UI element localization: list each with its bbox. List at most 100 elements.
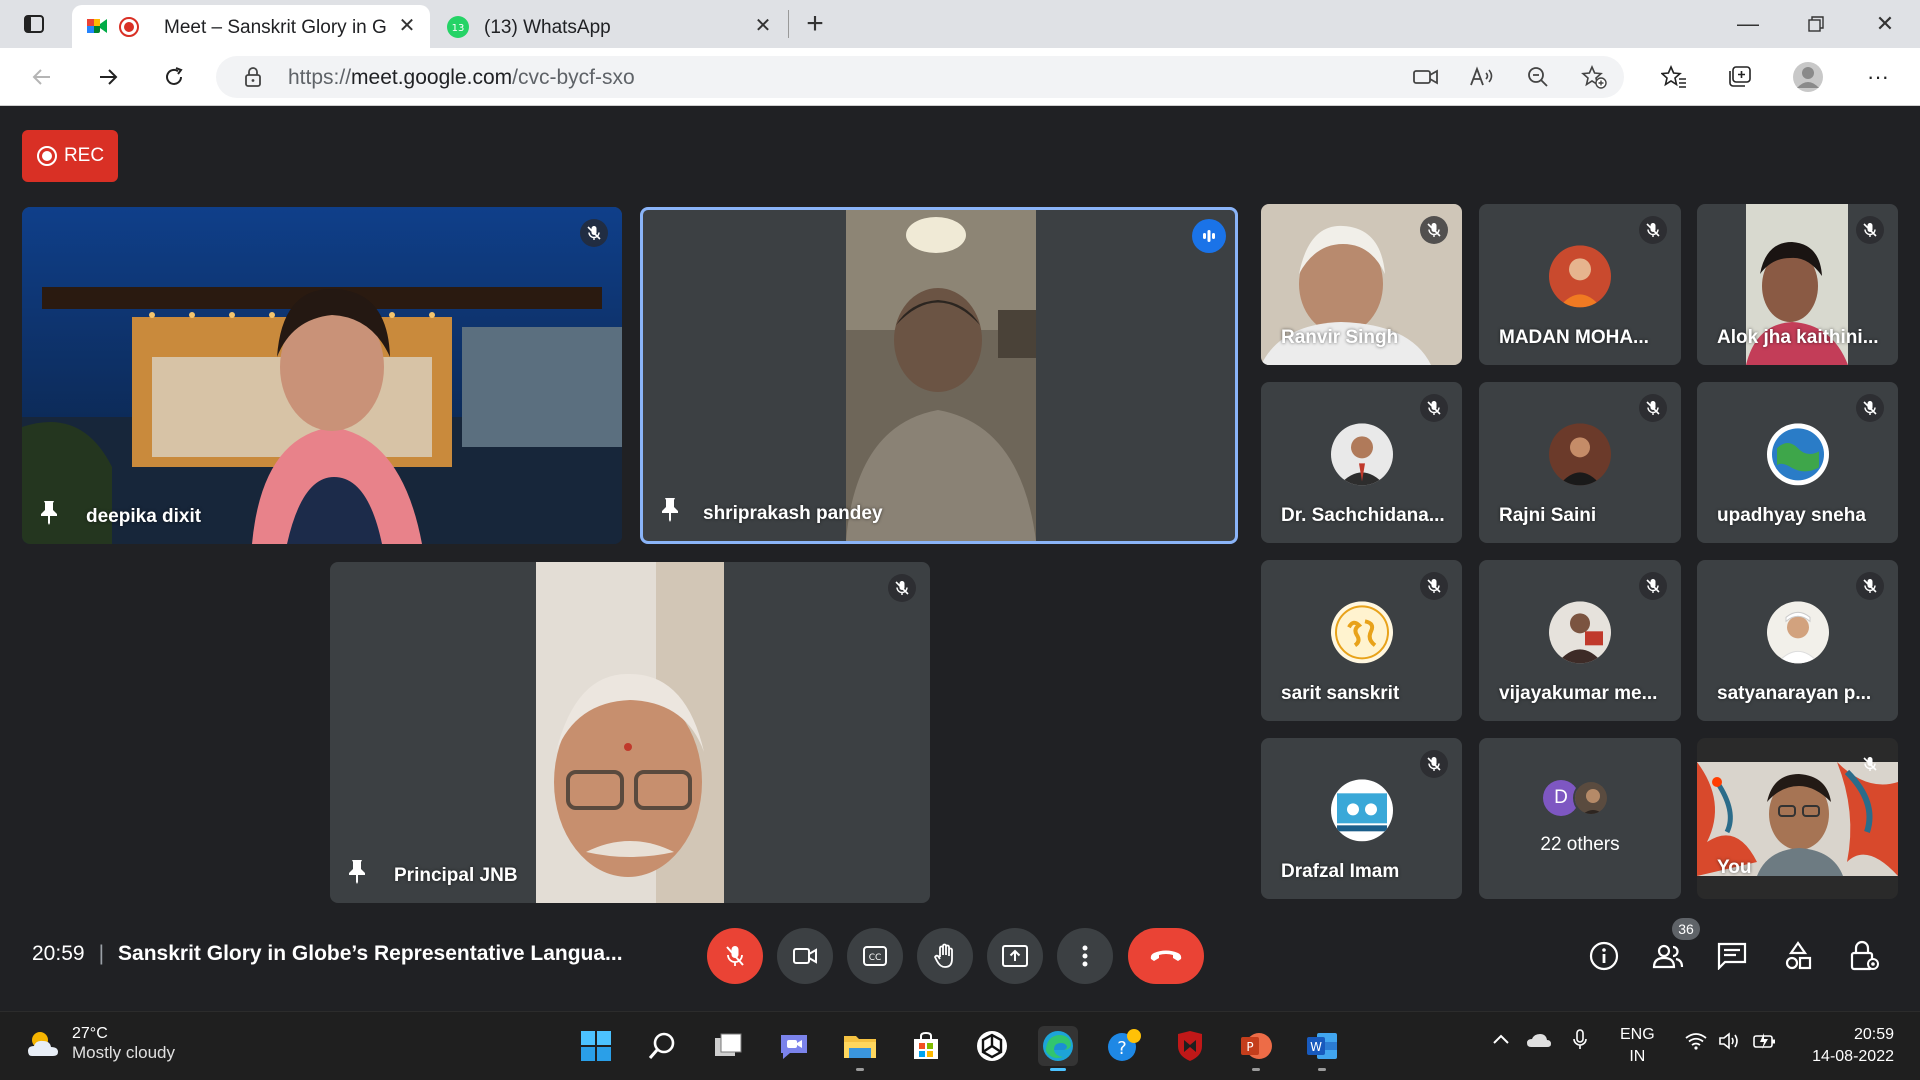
collections-icon[interactable] xyxy=(1724,61,1756,93)
speaking-indicator-icon xyxy=(1192,219,1226,253)
chat-app-icon xyxy=(781,1035,807,1059)
input-language-indicator[interactable]: ENG IN xyxy=(1620,1024,1655,1068)
pin-icon[interactable] xyxy=(346,858,368,889)
present-screen-button[interactable] xyxy=(987,928,1043,984)
chatgpt-app-button[interactable] xyxy=(972,1026,1012,1066)
participant-tile-featured[interactable]: deepika dixit xyxy=(22,207,622,544)
show-hidden-icons-chevron-up-icon[interactable] xyxy=(1492,1032,1510,1050)
participant-tile-active-speaker[interactable]: shriprakash pandey xyxy=(640,207,1238,544)
lock-icon[interactable] xyxy=(244,67,262,92)
end-call-icon xyxy=(1150,950,1182,961)
forward-icon[interactable] xyxy=(92,61,124,93)
add-favorite-icon[interactable] xyxy=(1580,65,1608,89)
participant-tile[interactable]: vijayakumar me... xyxy=(1479,560,1681,721)
search-icon xyxy=(648,1032,675,1059)
leave-call-button[interactable] xyxy=(1128,928,1204,984)
more-options-button[interactable] xyxy=(1057,928,1113,984)
profile-avatar[interactable] xyxy=(1792,61,1824,93)
teams-chat-button[interactable] xyxy=(774,1026,814,1066)
participant-tile[interactable]: Ranvir Singh xyxy=(1261,204,1462,365)
battery-charging-icon[interactable] xyxy=(1752,1032,1778,1055)
more-vert-icon xyxy=(1082,945,1088,967)
zoom-out-icon[interactable] xyxy=(1524,65,1552,89)
read-aloud-icon[interactable] xyxy=(1468,65,1496,89)
url-field[interactable]: https://meet.google.com/cvc-bycf-sxo xyxy=(216,56,1624,98)
system-clock[interactable]: 20:59 14-08-2022 xyxy=(1812,1024,1894,1068)
tab-meet[interactable]: Meet – Sanskrit Glory in Glo ✕ xyxy=(72,5,430,48)
pin-icon[interactable] xyxy=(38,499,60,530)
search-button[interactable] xyxy=(642,1026,682,1066)
get-help-button[interactable]: ? xyxy=(1104,1026,1144,1066)
others-avatar-photo xyxy=(1573,780,1609,816)
weather-widget[interactable]: 27°C Mostly cloudy xyxy=(26,1025,175,1063)
weather-condition: Mostly cloudy xyxy=(72,1043,175,1062)
weather-temperature: 27°C xyxy=(72,1025,108,1042)
close-tab-icon[interactable]: ✕ xyxy=(752,15,774,37)
avatar xyxy=(1549,422,1611,485)
people-icon[interactable] xyxy=(1650,938,1686,974)
microphone-toggle-button[interactable] xyxy=(707,928,763,984)
avatar xyxy=(1330,422,1393,485)
minimize-icon[interactable]: — xyxy=(1733,10,1763,38)
captions-button[interactable]: CC xyxy=(847,928,903,984)
participant-tile[interactable]: sarit sanskrit xyxy=(1261,560,1462,721)
participant-name: Alok jha kaithini... xyxy=(1717,327,1879,348)
close-window-icon[interactable]: ✕ xyxy=(1870,10,1900,38)
participant-tile[interactable]: MADAN MOHA... xyxy=(1479,204,1681,365)
url-scheme: https:// xyxy=(288,66,352,89)
participant-name: Principal JNB xyxy=(394,865,518,886)
word-icon: W xyxy=(1307,1033,1337,1059)
participant-name: MADAN MOHA... xyxy=(1499,327,1649,348)
more-menu-icon[interactable]: ··· xyxy=(1862,61,1894,93)
tab-actions-icon[interactable] xyxy=(22,12,46,36)
participant-tile[interactable]: satyanarayan p... xyxy=(1697,560,1898,721)
camera-toggle-button[interactable] xyxy=(777,928,833,984)
microphone-tray-icon[interactable] xyxy=(1572,1028,1588,1057)
participant-tile[interactable]: Rajni Saini xyxy=(1479,382,1681,543)
host-controls-icon[interactable] xyxy=(1846,938,1882,974)
pin-icon[interactable] xyxy=(659,496,681,527)
raise-hand-button[interactable] xyxy=(917,928,973,984)
start-button[interactable] xyxy=(576,1026,616,1066)
volume-icon[interactable] xyxy=(1718,1032,1742,1055)
avatar xyxy=(1330,600,1393,663)
participant-tile[interactable]: Alok jha kaithini... xyxy=(1697,204,1898,365)
participant-tile[interactable]: Drafzal Imam xyxy=(1261,738,1462,899)
wifi-icon[interactable] xyxy=(1684,1032,1708,1055)
others-tile[interactable]: D 22 others xyxy=(1479,738,1681,899)
meeting-info: 20:59 | Sanskrit Glory in Globe’s Represen… xyxy=(32,942,623,966)
participant-tile-featured[interactable]: Principal JNB xyxy=(330,562,930,903)
mcafee-button[interactable] xyxy=(1170,1026,1210,1066)
folder-icon xyxy=(844,1036,876,1058)
favorites-icon[interactable] xyxy=(1658,61,1690,93)
microsoft-store-button[interactable] xyxy=(906,1026,946,1066)
activities-icon[interactable] xyxy=(1780,938,1816,974)
muted-mic-icon xyxy=(1639,572,1667,600)
powerpoint-button[interactable]: P xyxy=(1236,1026,1276,1071)
participant-count-badge: 36 xyxy=(1672,918,1700,940)
tab-whatsapp[interactable]: 13 (13) WhatsApp ✕ xyxy=(436,5,786,48)
new-tab-plus-icon[interactable]: + xyxy=(800,9,830,39)
video-feed-virtual-background xyxy=(22,207,622,544)
chat-icon[interactable] xyxy=(1714,938,1750,974)
video-feed xyxy=(536,562,724,903)
task-view-button[interactable] xyxy=(708,1026,748,1066)
word-button[interactable]: W xyxy=(1302,1026,1342,1071)
file-explorer-button[interactable] xyxy=(840,1026,880,1071)
recording-badge[interactable]: REC xyxy=(22,130,118,182)
onedrive-cloud-icon[interactable] xyxy=(1526,1032,1552,1053)
participant-name: shriprakash pandey xyxy=(703,503,883,524)
edge-browser-button[interactable] xyxy=(1038,1026,1078,1071)
muted-mic-icon xyxy=(1420,394,1448,422)
camera-in-use-icon[interactable] xyxy=(1412,65,1440,89)
close-tab-icon[interactable]: ✕ xyxy=(396,15,418,37)
back-icon[interactable] xyxy=(26,61,58,93)
participant-tile[interactable]: Dr. Sachchidana... xyxy=(1261,382,1462,543)
restore-icon[interactable] xyxy=(1801,10,1831,38)
reload-icon[interactable] xyxy=(158,61,190,93)
participant-name: satyanarayan p... xyxy=(1717,683,1872,704)
mic-off-icon xyxy=(726,946,744,966)
meeting-details-icon[interactable] xyxy=(1586,938,1622,974)
self-view-tile[interactable]: You xyxy=(1697,738,1898,899)
participant-tile[interactable]: upadhyay sneha xyxy=(1697,382,1898,543)
